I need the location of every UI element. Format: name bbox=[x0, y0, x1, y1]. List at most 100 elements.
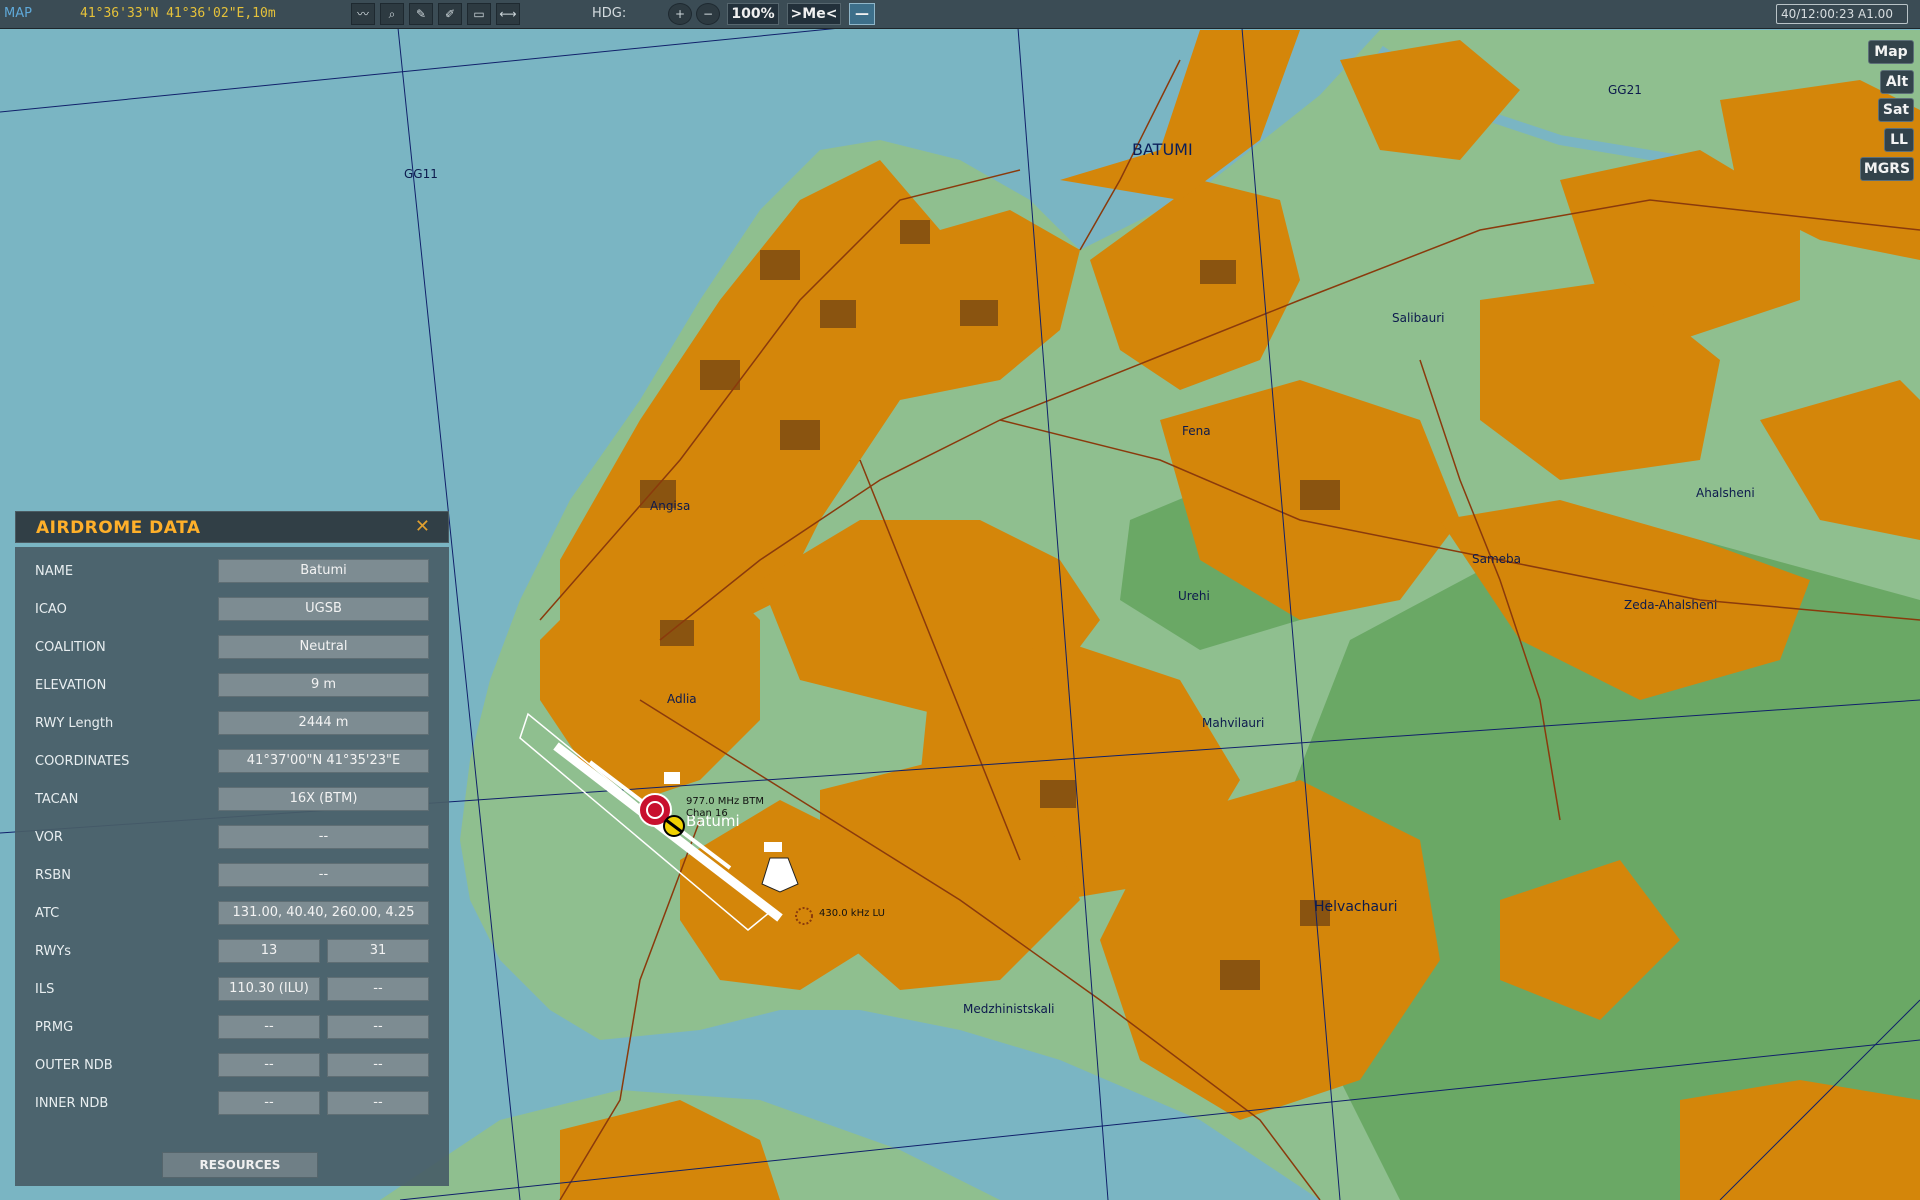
field-value: -- bbox=[327, 1091, 429, 1115]
city-block bbox=[900, 220, 930, 244]
panel-header[interactable]: AIRDROME DATA ✕ bbox=[15, 511, 449, 543]
close-icon[interactable]: ✕ bbox=[415, 516, 430, 537]
ruler-tool-button[interactable]: ✐ bbox=[438, 3, 462, 25]
field-value: 9 m bbox=[218, 673, 429, 697]
town-label-angisa: Angisa bbox=[650, 499, 691, 513]
field-value: -- bbox=[218, 863, 429, 887]
field-label: OUTER NDB bbox=[35, 1058, 113, 1073]
field-label: NAME bbox=[35, 564, 74, 579]
layer-ll-button[interactable]: LL bbox=[1884, 128, 1914, 152]
city-block bbox=[1300, 480, 1340, 510]
field-value: -- bbox=[218, 1091, 320, 1115]
zoom-out-icon: − bbox=[702, 7, 714, 21]
field-value: -- bbox=[218, 1015, 320, 1039]
field-value: -- bbox=[327, 1053, 429, 1077]
mission-time: 40/12:00:23 A1.00 bbox=[1776, 4, 1908, 24]
field-label: COALITION bbox=[35, 640, 106, 655]
city-block bbox=[760, 250, 800, 280]
field-value: -- bbox=[218, 825, 429, 849]
city-block bbox=[780, 420, 820, 450]
town-label-helvachauri: Helvachauri bbox=[1314, 899, 1398, 915]
field-value: 110.30 (ILU) bbox=[218, 977, 320, 1001]
map-title: MAP bbox=[4, 6, 32, 21]
zoom-in-button[interactable]: + bbox=[668, 3, 692, 25]
field-value: Neutral bbox=[218, 635, 429, 659]
field-label: ATC bbox=[35, 906, 60, 921]
zoom-in-icon: + bbox=[674, 7, 686, 21]
town-label-salibauri: Salibauri bbox=[1392, 311, 1445, 325]
search-tool-icon: ⌕ bbox=[388, 7, 396, 21]
town-label-sameba: Sameba bbox=[1472, 552, 1522, 566]
town-label-urehi: Urehi bbox=[1178, 589, 1210, 603]
city-block bbox=[700, 360, 740, 390]
field-value: -- bbox=[327, 977, 429, 1001]
field-label: TACAN bbox=[35, 792, 79, 807]
layer-sat-button[interactable]: Sat bbox=[1878, 98, 1914, 122]
field-label: ILS bbox=[35, 982, 55, 997]
urban-area bbox=[1680, 1080, 1920, 1200]
field-value: 2444 m bbox=[218, 711, 429, 735]
field-value: 16X (BTM) bbox=[218, 787, 429, 811]
field-label: COORDINATES bbox=[35, 754, 130, 769]
field-value: -- bbox=[327, 1015, 429, 1039]
field-label: INNER NDB bbox=[35, 1096, 109, 1111]
layer-map-button[interactable]: Map bbox=[1868, 40, 1914, 64]
field-label: RWY Length bbox=[35, 716, 114, 731]
center-on-me-button[interactable]: >Me< bbox=[787, 3, 841, 25]
ruler-tool-icon: ✐ bbox=[444, 7, 456, 21]
field-value: 13 bbox=[218, 939, 320, 963]
resources-button[interactable]: RESOURCES bbox=[162, 1152, 318, 1178]
field-value: UGSB bbox=[218, 597, 429, 621]
route-tool-icon: 〰 bbox=[356, 7, 369, 21]
field-value: 31 bbox=[327, 939, 429, 963]
minimize-button[interactable]: — bbox=[849, 3, 875, 25]
airdrome-data-panel: AIRDROME DATA ✕ RESOURCES NAME Batumi ICAO… bbox=[15, 511, 449, 1186]
city-block bbox=[1040, 780, 1076, 808]
panel-title: AIRDROME DATA bbox=[36, 518, 201, 538]
field-value: 131.00, 40.40, 260.00, 4.25 bbox=[218, 901, 429, 925]
message-tool-button[interactable]: ▭ bbox=[467, 3, 491, 25]
vor-frequency-label: 977.0 MHz BTM bbox=[686, 796, 764, 807]
grid-label-gg21: GG21 bbox=[1608, 83, 1642, 97]
draw-tool-button[interactable]: ✎ bbox=[409, 3, 433, 25]
town-label-medzhinistskali: Medzhinistskali bbox=[963, 1002, 1055, 1016]
town-label-ahalsheni: Ahalsheni bbox=[1696, 486, 1755, 500]
ndb-frequency-label: 430.0 kHz LU bbox=[819, 908, 885, 919]
town-label-zeda-ahalsheni: Zeda-Ahalsheni bbox=[1624, 598, 1718, 612]
message-tool-icon: ▭ bbox=[473, 7, 485, 21]
city-label-batumi: BATUMI bbox=[1132, 140, 1193, 159]
search-tool-button[interactable]: ⌕ bbox=[380, 3, 404, 25]
hangar bbox=[764, 842, 782, 852]
hangar bbox=[664, 772, 680, 784]
layer-mgrs-button[interactable]: MGRS bbox=[1860, 157, 1914, 181]
city-block bbox=[820, 300, 856, 328]
field-label: ICAO bbox=[35, 602, 67, 617]
field-value: 41°37'00"N 41°35'23"E bbox=[218, 749, 429, 773]
measure-tool-icon: ⟷ bbox=[499, 7, 517, 21]
field-label: VOR bbox=[35, 830, 63, 845]
grid-label-gg11: GG11 bbox=[404, 167, 438, 181]
field-value: Batumi bbox=[218, 559, 429, 583]
measure-tool-button[interactable]: ⟷ bbox=[496, 3, 520, 25]
cursor-coordinates: 41°36'33"N 41°36'02"E,10m bbox=[80, 6, 276, 21]
city-block bbox=[1200, 260, 1236, 284]
field-label: RWYs bbox=[35, 944, 72, 959]
zoom-out-button[interactable]: − bbox=[696, 3, 720, 25]
panel-body: RESOURCES NAME Batumi ICAO UGSB COALITION Neu… bbox=[15, 547, 449, 1186]
vor-channel-label: Chan 16 bbox=[686, 808, 728, 819]
top-toolbar: MAP 41°36'33"N 41°36'02"E,10m 〰 ⌕ ✎ ✐ ▭ … bbox=[0, 0, 1920, 29]
town-label-fena: Fena bbox=[1182, 424, 1211, 438]
town-label-mahvilauri: Mahvilauri bbox=[1202, 716, 1265, 730]
field-value: -- bbox=[218, 1053, 320, 1077]
field-label: PRMG bbox=[35, 1020, 74, 1035]
heading-label: HDG: bbox=[592, 6, 627, 21]
route-tool-button[interactable]: 〰 bbox=[351, 3, 375, 25]
city-block bbox=[1220, 960, 1260, 990]
city-block bbox=[960, 300, 998, 326]
layer-alt-button[interactable]: Alt bbox=[1880, 70, 1914, 94]
zoom-level-button[interactable]: 100% bbox=[727, 3, 779, 25]
field-label: ELEVATION bbox=[35, 678, 107, 693]
field-label: RSBN bbox=[35, 868, 71, 883]
town-label-adlia: Adlia bbox=[667, 692, 697, 706]
city-block bbox=[660, 620, 694, 646]
